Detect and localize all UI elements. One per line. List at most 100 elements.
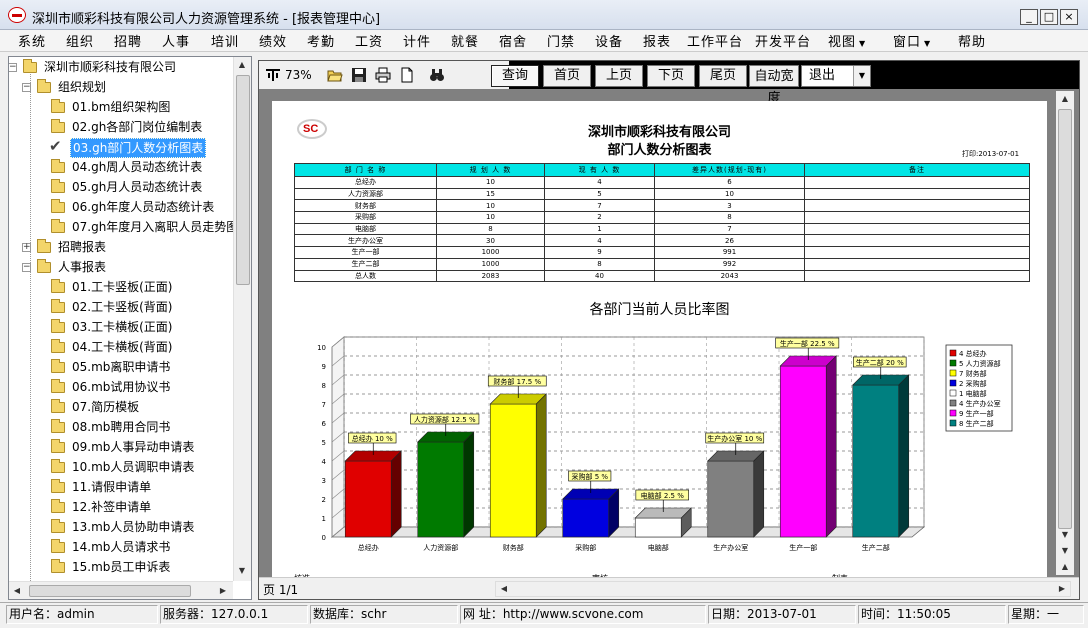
menu-2[interactable]: 组织 <box>66 31 94 50</box>
auto-width-button[interactable]: 自动宽度 <box>749 65 799 106</box>
chevron-down-icon[interactable]: ▼ <box>853 66 870 86</box>
scroll-right-icon[interactable]: ▶ <box>215 583 231 599</box>
scroll-right-icon[interactable]: ▶ <box>1054 581 1070 597</box>
menu-19[interactable]: 帮助 <box>958 31 986 50</box>
tree-item[interactable]: 04.gh周人员动态统计表 <box>9 157 233 177</box>
menu-4[interactable]: 人事 <box>162 31 190 50</box>
menu-16[interactable]: 开发平台 <box>755 31 811 50</box>
scroll-thumb[interactable] <box>1058 109 1072 529</box>
menu-6[interactable]: 绩效 <box>259 31 287 50</box>
find-binoculars-icon[interactable] <box>429 67 445 83</box>
tree-item[interactable]: 12.补签申请单 <box>9 497 233 517</box>
menu-18[interactable]: 窗口 ▼ <box>893 31 930 50</box>
legend-label: 2 采购部 <box>959 379 987 388</box>
x-tick-label: 生产二部 <box>862 543 890 552</box>
menu-label: 培训 <box>211 35 240 50</box>
scroll-left-icon[interactable]: ◀ <box>496 581 512 597</box>
tree-item[interactable]: 11.请假申请单 <box>9 477 233 497</box>
folder-icon <box>37 259 51 273</box>
tree-item[interactable]: 07.简历模板 <box>9 397 233 417</box>
collapse-icon[interactable]: − <box>22 83 31 92</box>
zoom-icon[interactable] <box>265 67 281 83</box>
menu-17[interactable]: 视图 ▼ <box>828 31 865 50</box>
tree-item[interactable]: 08.mb聘用合同书 <box>9 417 233 437</box>
status-database: 数据库：schr <box>310 605 458 624</box>
tree-item[interactable]: 01.工卡竖板(正面) <box>9 277 233 297</box>
tree-item[interactable]: 02.gh各部门岗位编制表 <box>9 117 233 137</box>
menu-7[interactable]: 考勤 <box>307 31 335 50</box>
menu-1[interactable]: 系统 <box>18 31 46 50</box>
tree-item[interactable]: 13.mb人员协助申请表 <box>9 517 233 537</box>
tree-vertical-scrollbar[interactable]: ▲ ▼ <box>233 57 251 581</box>
tree-item-label: 06.gh年度人员动态统计表 <box>72 200 215 214</box>
menu-8[interactable]: 工资 <box>355 31 383 50</box>
scroll-left-icon[interactable]: ◀ <box>9 583 25 599</box>
tree-item[interactable]: 02.工卡竖板(背面) <box>9 297 233 317</box>
tree-item[interactable]: 06.gh年度人员动态统计表 <box>9 197 233 217</box>
tree-group[interactable]: + 招聘报表 <box>9 237 233 257</box>
tree-group[interactable]: − 组织规划 <box>9 77 233 97</box>
tree-horizontal-scrollbar[interactable]: ◀ ▶ <box>9 581 233 599</box>
print-icon[interactable] <box>375 67 391 83</box>
folder-icon <box>51 159 65 173</box>
prev-page-button[interactable]: 上页 <box>595 65 643 87</box>
tree-item[interactable]: 07.gh年度月入离职人员走势图 <box>9 217 238 237</box>
legend-label: 4 生产办公室 <box>959 399 1001 408</box>
save-icon[interactable] <box>351 67 367 83</box>
tree-item[interactable]: 15.mb员工申诉表 <box>9 557 233 577</box>
tree-item-label: 03.gh部门人数分析图表 <box>70 138 207 158</box>
tree-item[interactable]: 05.mb离职申请书 <box>9 357 233 377</box>
scroll-thumb[interactable] <box>29 585 191 597</box>
legend-swatch <box>949 419 957 427</box>
y-tick-label: 10 <box>317 344 326 352</box>
menu-11[interactable]: 宿舍 <box>499 31 527 50</box>
scroll-down-icon[interactable]: ▼ <box>234 563 250 579</box>
maximize-button[interactable]: □ <box>1040 9 1058 25</box>
tree-item[interactable]: 09.mb人事异动申请表 <box>9 437 233 457</box>
first-page-button[interactable]: 首页 <box>543 65 591 87</box>
folder-icon <box>51 299 65 313</box>
page-down-icon[interactable]: ▼ <box>1057 543 1073 559</box>
next-page-button[interactable]: 下页 <box>647 65 695 87</box>
scroll-down-icon[interactable]: ▼ <box>1057 527 1073 543</box>
exit-select[interactable]: 退出 ▼ <box>801 65 871 87</box>
tree-item[interactable]: ✔ 03.gh部门人数分析图表 <box>9 137 233 158</box>
open-folder-icon[interactable] <box>327 67 343 83</box>
query-button[interactable]: 查询 <box>491 65 539 87</box>
status-bar: 用户名：admin 服务器：127.0.0.1 数据库：schr 网 址：htt… <box>0 602 1088 626</box>
tree-item[interactable]: 14.mb人员请求书 <box>9 537 233 557</box>
collapse-icon[interactable]: − <box>9 63 17 72</box>
tree-item[interactable]: 10.mb人员调职申请表 <box>9 457 233 477</box>
page-up-icon[interactable]: ▲ <box>1057 559 1073 575</box>
tree-item[interactable]: 05.gh月人员动态统计表 <box>9 177 233 197</box>
menu-10[interactable]: 就餐 <box>451 31 479 50</box>
report-vertical-scrollbar[interactable]: ▲ ▼ ▼ ▲ <box>1056 91 1074 575</box>
tree-item[interactable]: 04.工卡横板(背面) <box>9 337 233 357</box>
y-tick-label: 9 <box>322 363 326 371</box>
tree-root[interactable]: − 深圳市顺彩科技有限公司 <box>9 57 233 77</box>
minimize-button[interactable]: _ <box>1020 9 1038 25</box>
last-page-button[interactable]: 尾页 <box>699 65 747 87</box>
scroll-up-icon[interactable]: ▲ <box>1057 91 1073 107</box>
menu-12[interactable]: 门禁 <box>547 31 575 50</box>
scroll-up-icon[interactable]: ▲ <box>234 57 250 73</box>
menu-3[interactable]: 招聘 <box>114 31 142 50</box>
y-tick-label: 7 <box>322 401 326 409</box>
tree-group[interactable]: − 人事报表 <box>9 257 233 277</box>
tree-item[interactable]: 01.bm组织架构图 <box>9 97 233 117</box>
bar-side <box>825 355 837 538</box>
menu-14[interactable]: 报表 <box>643 31 671 50</box>
collapse-icon[interactable]: − <box>22 263 31 272</box>
tree-item[interactable]: 06.mb试用协议书 <box>9 377 233 397</box>
report-viewer: 73% 查询 首页 上页 下页 尾页 自动宽度 退出 ▼ 深圳市顺彩科技有限公司… <box>258 60 1080 600</box>
menu-13[interactable]: 设备 <box>595 31 623 50</box>
scroll-thumb[interactable] <box>236 75 250 285</box>
menu-5[interactable]: 培训 <box>211 31 239 50</box>
close-button[interactable]: × <box>1060 9 1078 25</box>
new-page-icon[interactable] <box>399 67 415 83</box>
report-horizontal-scrollbar[interactable]: ◀ ▶ <box>495 581 1071 597</box>
menu-9[interactable]: 计件 <box>403 31 431 50</box>
menu-15[interactable]: 工作平台 <box>687 31 743 50</box>
tree-item[interactable]: 03.工卡横板(正面) <box>9 317 233 337</box>
expand-icon[interactable]: + <box>22 243 31 252</box>
